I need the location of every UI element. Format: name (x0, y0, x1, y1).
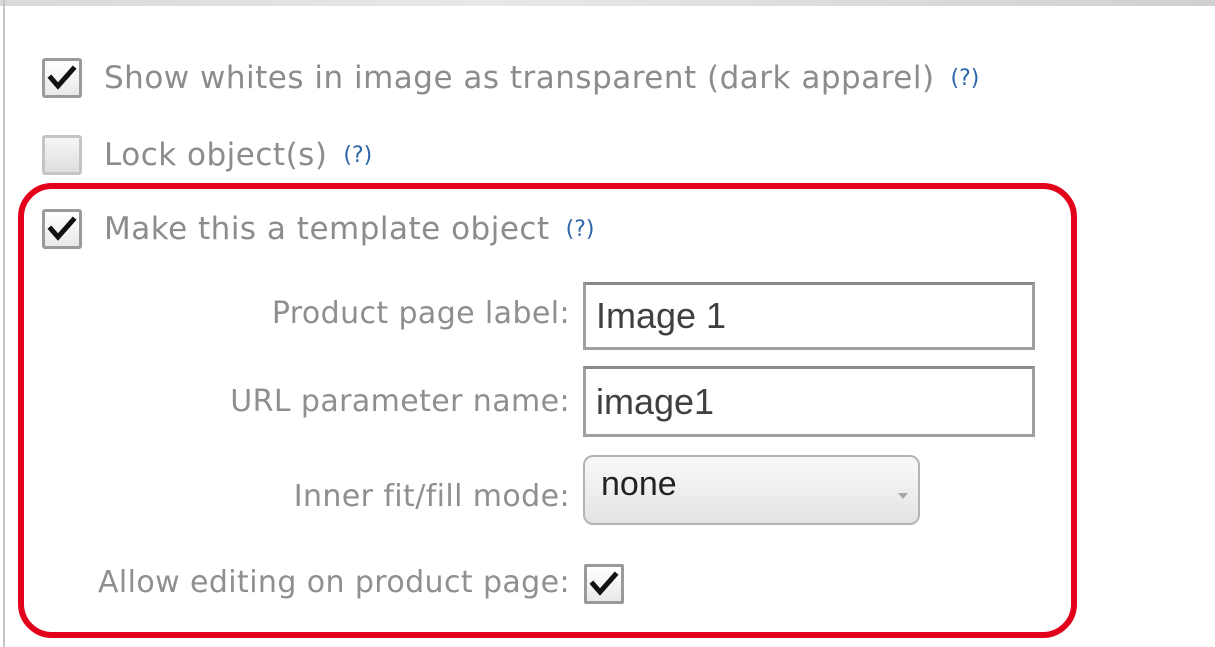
product-page-label-input[interactable] (583, 282, 1035, 350)
transparent-whites-help-link[interactable]: (?) (951, 66, 980, 91)
fit-fill-mode-caption: Inner fit/fill mode: (293, 479, 570, 514)
lock-objects-checkbox[interactable] (42, 135, 82, 175)
transparent-whites-label: Show whites in image as transparent (dar… (104, 60, 935, 96)
transparent-whites-checkbox[interactable] (42, 58, 82, 98)
template-object-label: Make this a template object (104, 211, 550, 247)
transparent-whites-row: Show whites in image as transparent (dar… (42, 54, 979, 102)
template-object-row: Make this a template object (?) (42, 205, 594, 253)
checkmark-icon (589, 571, 619, 596)
checkmark-icon (47, 65, 77, 90)
lock-objects-help-link[interactable]: (?) (343, 143, 372, 168)
allow-editing-checkbox[interactable] (584, 564, 624, 604)
lock-objects-row: Lock object(s) (?) (42, 131, 372, 179)
dropdown-arrow-icon (898, 493, 908, 499)
allow-editing-caption: Allow editing on product page: (97, 565, 570, 600)
template-object-checkbox[interactable] (42, 209, 82, 249)
template-object-help-link[interactable]: (?) (566, 217, 595, 242)
url-parameter-name-caption: URL parameter name: (230, 384, 570, 419)
fit-fill-mode-select[interactable]: none (583, 455, 920, 525)
object-properties-panel: Show whites in image as transparent (dar… (0, 0, 1215, 647)
checkmark-icon (47, 216, 77, 241)
lock-objects-label: Lock object(s) (104, 137, 328, 173)
product-page-label-caption: Product page label: (271, 296, 570, 331)
fit-fill-mode-value: none (601, 465, 677, 503)
panel-left-border (3, 0, 5, 647)
url-parameter-name-input[interactable] (583, 366, 1035, 437)
panel-top-border (0, 0, 1215, 6)
